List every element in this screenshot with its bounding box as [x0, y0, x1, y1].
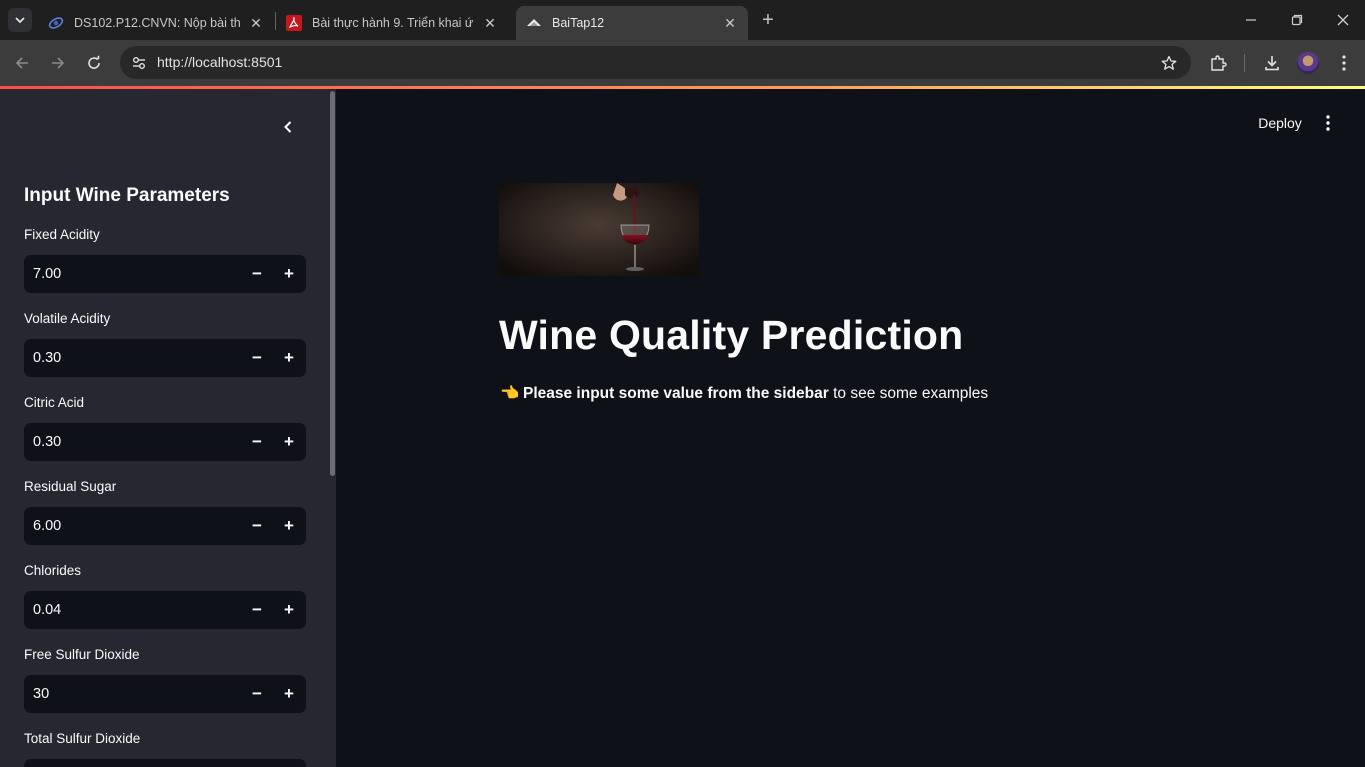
input-label: Chlorides: [24, 563, 82, 578]
puzzle-icon: [1211, 55, 1227, 71]
browser-tab-bar: DS102.P12.CNVN: Nộp bài thực ✕ Bài thực …: [0, 0, 1365, 40]
tab-course-site[interactable]: DS102.P12.CNVN: Nộp bài thực ✕: [38, 6, 274, 40]
chevron-down-icon: [15, 17, 25, 24]
input-label: Fixed Acidity: [24, 227, 100, 242]
reload-button[interactable]: [80, 49, 108, 77]
input-label: Total Sulfur Dioxide: [24, 731, 141, 746]
downloads-button[interactable]: [1260, 51, 1284, 75]
number-input-citric-acid: Citric Acid 0.30 − +: [24, 395, 306, 461]
number-field[interactable]: 7.00 − +: [24, 255, 306, 293]
download-icon: [1265, 56, 1279, 71]
toolbar-divider: [1244, 54, 1245, 72]
browser-menu-button[interactable]: [1332, 51, 1356, 75]
increment-button[interactable]: +: [273, 423, 305, 461]
increment-button[interactable]: +: [273, 255, 305, 293]
back-button[interactable]: [8, 49, 36, 77]
decrement-button[interactable]: −: [241, 255, 273, 293]
input-value[interactable]: 0.30: [33, 434, 61, 450]
sidebar: Input Wine Parameters Fixed Acidity 7.00…: [0, 89, 336, 767]
url-text: http://localhost:8501: [157, 54, 283, 70]
number-field[interactable]: 0.30 − +: [24, 423, 306, 461]
streamlit-icon: [526, 15, 542, 31]
number-field[interactable]: 30 − +: [24, 675, 306, 713]
arrow-right-icon: [52, 57, 65, 69]
instruction-bold: Please input some value from the sidebar: [523, 385, 829, 402]
forward-button[interactable]: [44, 49, 72, 77]
minimize-icon: [1246, 19, 1256, 21]
vertical-dots-icon: [1326, 115, 1330, 131]
chevron-left-icon: [284, 121, 292, 133]
decrement-button[interactable]: −: [241, 423, 273, 461]
close-icon[interactable]: ✕: [248, 15, 264, 31]
close-icon: [1337, 14, 1349, 26]
instruction-text: 👈 Please input some value from the sideba…: [500, 384, 988, 403]
number-input-fixed-acidity: Fixed Acidity 7.00 − +: [24, 227, 306, 293]
restore-button[interactable]: [1274, 0, 1320, 40]
restore-icon: [1291, 14, 1303, 26]
wine-image: [499, 183, 699, 276]
deploy-button[interactable]: Deploy: [1250, 108, 1310, 138]
arrow-left-icon: [15, 57, 28, 69]
tab-search-button[interactable]: [8, 8, 32, 32]
sidebar-header: Input Wine Parameters: [24, 185, 230, 206]
increment-button[interactable]: +: [273, 759, 305, 767]
number-input-total-sulfur-dioxide: Total Sulfur Dioxide − +: [24, 731, 306, 767]
input-value[interactable]: 6.00: [33, 518, 61, 534]
address-bar[interactable]: http://localhost:8501: [120, 46, 1191, 79]
number-input-free-sulfur-dioxide: Free Sulfur Dioxide 30 − +: [24, 647, 306, 713]
input-label: Volatile Acidity: [24, 311, 111, 326]
number-input-residual-sugar: Residual Sugar 6.00 − +: [24, 479, 306, 545]
pdf-icon: [286, 15, 302, 31]
decrement-button[interactable]: −: [241, 759, 273, 767]
input-value[interactable]: 0.04: [33, 602, 61, 618]
input-value[interactable]: 7.00: [33, 266, 61, 282]
increment-button[interactable]: +: [273, 339, 305, 377]
profile-avatar[interactable]: [1297, 52, 1319, 74]
input-value[interactable]: 30: [33, 686, 49, 702]
input-value[interactable]: 0.30: [33, 350, 61, 366]
number-input-chlorides: Chlorides 0.04 − +: [24, 563, 306, 629]
close-window-button[interactable]: [1320, 0, 1365, 40]
increment-button[interactable]: +: [273, 507, 305, 545]
wine-pour-illustration: [499, 183, 699, 276]
number-field[interactable]: − +: [24, 759, 306, 767]
input-label: Citric Acid: [24, 395, 85, 410]
collapse-sidebar-button[interactable]: [276, 115, 300, 139]
browser-toolbar: http://localhost:8501: [0, 40, 1365, 86]
number-field[interactable]: 0.04 − +: [24, 591, 306, 629]
extensions-button[interactable]: [1206, 51, 1230, 75]
tab-pdf[interactable]: Bài thực hành 9. Triển khai ứng ✕: [276, 6, 508, 40]
instruction-rest: to see some examples: [828, 385, 989, 402]
app-menu-button[interactable]: [1316, 111, 1340, 135]
number-input-volatile-acidity: Volatile Acidity 0.30 − +: [24, 311, 306, 377]
new-tab-button[interactable]: +: [756, 8, 780, 32]
tab-title: BaiTap12: [552, 16, 605, 30]
reload-icon: [88, 55, 100, 69]
decrement-button[interactable]: −: [241, 339, 273, 377]
decrement-button[interactable]: −: [241, 591, 273, 629]
minimize-button[interactable]: [1228, 0, 1274, 40]
input-label: Residual Sugar: [24, 479, 117, 494]
decrement-button[interactable]: −: [241, 507, 273, 545]
increment-button[interactable]: +: [273, 591, 305, 629]
tab-title: DS102.P12.CNVN: Nộp bài thực: [74, 16, 240, 30]
tab-title: Bài thực hành 9. Triển khai ứng: [312, 16, 474, 30]
number-field[interactable]: 6.00 − +: [24, 507, 306, 545]
close-icon[interactable]: ✕: [722, 15, 738, 31]
decrement-button[interactable]: −: [241, 675, 273, 713]
pointing-left-emoji: 👈: [500, 385, 520, 402]
input-label: Free Sulfur Dioxide: [24, 647, 140, 662]
increment-button[interactable]: +: [273, 675, 305, 713]
close-icon[interactable]: ✕: [482, 15, 498, 31]
site-info-icon[interactable]: [128, 52, 150, 74]
number-field[interactable]: 0.30 − +: [24, 339, 306, 377]
bookmark-star-icon[interactable]: [1159, 53, 1179, 73]
page-title: Wine Quality Prediction: [499, 312, 964, 358]
sidebar-scrollbar[interactable]: [330, 91, 335, 476]
vertical-dots-icon: [1342, 55, 1346, 71]
tab-baitap12[interactable]: BaiTap12 ✕: [516, 6, 748, 40]
course-site-icon: [48, 15, 64, 31]
